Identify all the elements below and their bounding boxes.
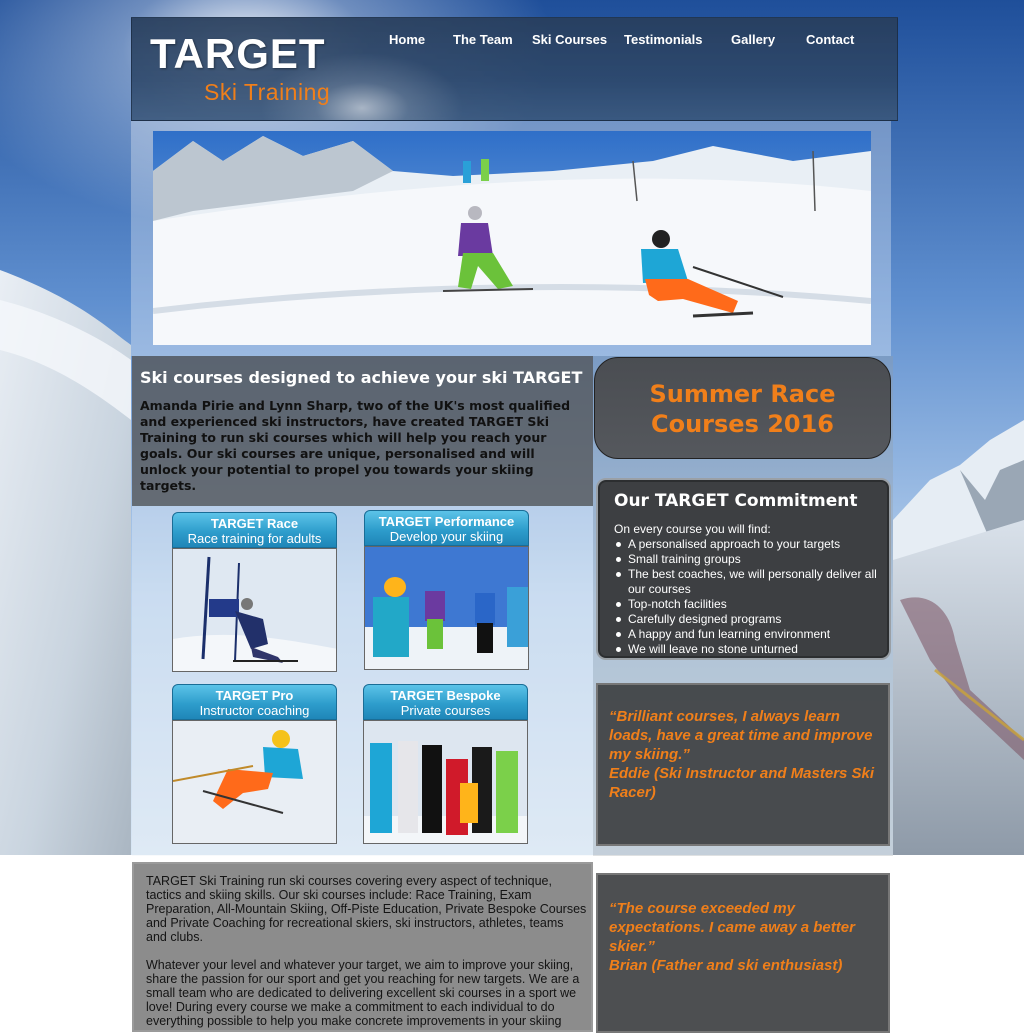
testimonial-2: “The course exceeded my expectations. I … <box>596 873 890 1033</box>
nav-home[interactable]: Home <box>389 32 425 47</box>
intro-heading: Ski courses designed to achieve your ski… <box>140 368 583 387</box>
commitment-list: A personalised approach to your targets … <box>614 537 889 657</box>
testimonial-author: Brian (Father and ski enthusiast) <box>609 957 843 974</box>
tile-target-pro[interactable]: TARGET Pro Instructor coaching <box>172 684 337 844</box>
commitment-item: The best coaches, we will personally del… <box>616 567 889 597</box>
tile-subtitle: Develop your skiing <box>389 529 504 544</box>
logo[interactable]: TARGET Ski Training <box>150 32 350 112</box>
commitment-item: Carefully designed programs <box>616 612 889 627</box>
nav-gallery[interactable]: Gallery <box>731 32 775 47</box>
nav-testimonials[interactable]: Testimonials <box>624 32 703 47</box>
tile-tab[interactable]: TARGET Performance Develop your skiing <box>364 510 529 546</box>
summer-line-1: Summer Race <box>649 380 836 408</box>
summer-race-courses-button[interactable]: Summer Race Courses 2016 <box>594 357 891 459</box>
tile-tab[interactable]: TARGET Race Race training for adults <box>172 512 337 548</box>
logo-subtitle: Ski Training <box>204 79 331 105</box>
tile-image-race[interactable] <box>172 548 337 672</box>
logo-title: TARGET <box>150 30 326 77</box>
commitment-item: A personalised approach to your targets <box>616 537 889 552</box>
commitment-item: We will leave no stone unturned <box>616 642 889 657</box>
body-text-panel: TARGET Ski Training run ski courses cove… <box>132 862 593 1032</box>
commitment-item: A happy and fun learning environment <box>616 627 889 642</box>
summer-line-2: Courses 2016 <box>650 410 835 438</box>
intro-panel: Ski courses designed to achieve your ski… <box>132 356 593 506</box>
tile-target-race[interactable]: TARGET Race Race training for adults <box>172 512 337 672</box>
tile-subtitle: Race training for adults <box>187 531 322 546</box>
tile-title: TARGET Pro <box>215 688 294 703</box>
tile-image-pro[interactable] <box>172 720 337 844</box>
nav-ski-courses[interactable]: Ski Courses <box>532 32 607 47</box>
site-header: TARGET Ski Training Home The Team Ski Co… <box>131 17 898 121</box>
hero-image-skiers <box>153 131 871 345</box>
tile-title: TARGET Performance <box>378 514 515 529</box>
testimonial-author: Eddie (Ski Instructor and Masters Ski Ra… <box>609 765 875 801</box>
nav-contact[interactable]: Contact <box>806 32 854 47</box>
testimonial-1: “Brilliant courses, I always learn loads… <box>596 683 890 846</box>
commitment-panel: Our TARGET Commitment On every course yo… <box>596 478 891 660</box>
tile-image-performance[interactable] <box>364 546 529 670</box>
tile-target-bespoke[interactable]: TARGET Bespoke Private courses <box>363 684 528 844</box>
tile-subtitle: Instructor coaching <box>199 703 310 718</box>
tile-subtitle: Private courses <box>400 703 491 718</box>
body-paragraph-2: Whatever your level and whatever your ta… <box>146 958 580 1028</box>
testimonial-quote: “The course exceeded my expectations. I … <box>609 900 855 955</box>
tile-tab[interactable]: TARGET Bespoke Private courses <box>363 684 528 720</box>
nav-the-team[interactable]: The Team <box>453 32 513 47</box>
tile-title: TARGET Bespoke <box>390 688 501 703</box>
testimonial-quote: “Brilliant courses, I always learn loads… <box>609 708 873 763</box>
commitment-item: Top-notch facilities <box>616 597 889 612</box>
commitment-heading: Our TARGET Commitment <box>614 491 858 511</box>
commitment-item: Small training groups <box>616 552 889 567</box>
tile-title: TARGET Race <box>210 516 299 531</box>
body-paragraph-1: TARGET Ski Training run ski courses cove… <box>146 874 587 944</box>
tile-image-bespoke[interactable] <box>363 720 528 844</box>
intro-text: Amanda Pirie and Lynn Sharp, two of the … <box>140 398 571 493</box>
commitment-lead: On every course you will find: <box>614 522 771 536</box>
tile-target-performance[interactable]: TARGET Performance Develop your skiing <box>364 510 529 670</box>
tile-tab[interactable]: TARGET Pro Instructor coaching <box>172 684 337 720</box>
